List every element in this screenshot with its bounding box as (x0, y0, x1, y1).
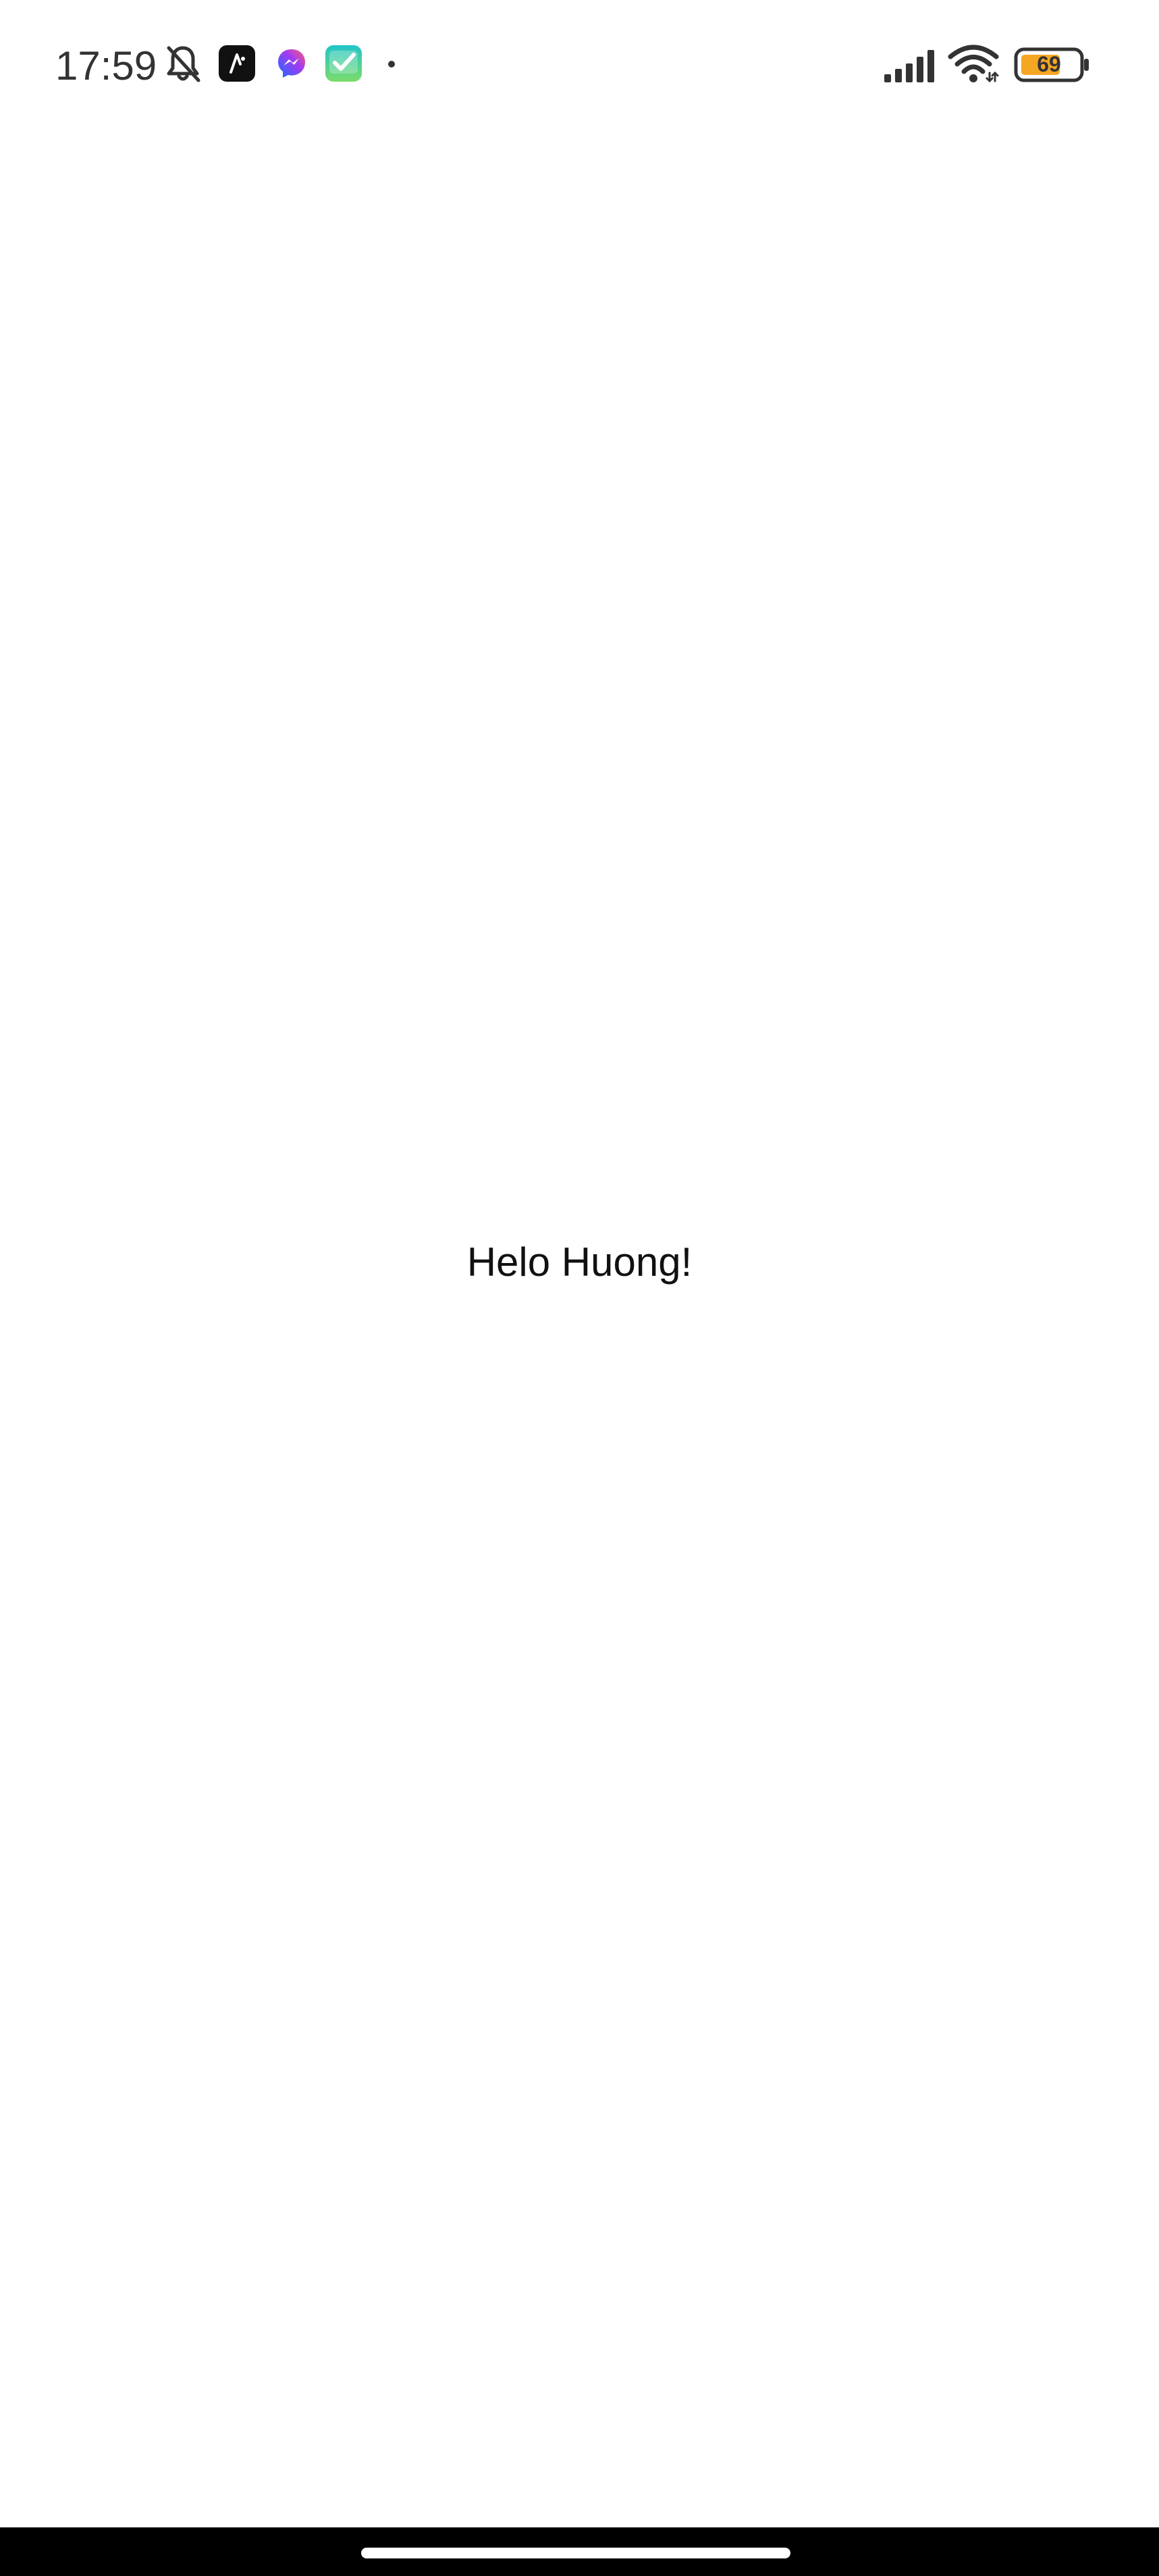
signal-icon (883, 47, 937, 82)
navigation-bar (0, 2527, 1159, 2576)
status-bar: 17:59 69 (0, 0, 1159, 128)
main-content: Helo Huong! (0, 128, 1159, 2525)
bell-muted-icon (163, 44, 203, 83)
home-handle[interactable] (361, 2548, 790, 2558)
app-black-icon (217, 44, 257, 83)
status-time: 17:59 (55, 43, 157, 88)
greeting-text: Helo Huong! (466, 1239, 693, 1285)
teal-check-app-icon (324, 44, 363, 83)
app-screen: 17:59 69 Helo Huong! (0, 0, 1159, 2576)
messenger-icon (272, 44, 311, 83)
dot-icon (387, 59, 396, 68)
wifi-icon (948, 43, 999, 84)
battery-icon: 69 (1014, 46, 1091, 84)
battery-level-text: 69 (1037, 52, 1061, 76)
